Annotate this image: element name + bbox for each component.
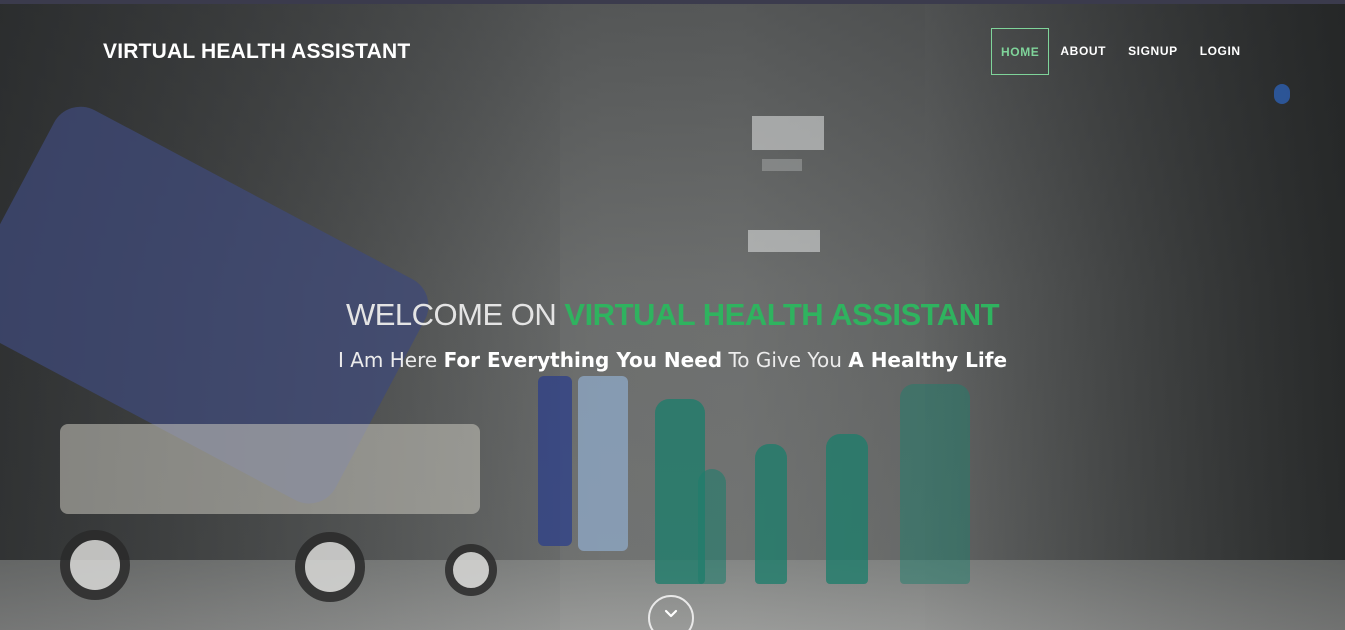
hero-subtitle: I Am Here For Everything You Need To Giv… [0, 348, 1345, 372]
hanging-gown [578, 376, 628, 551]
hero-section: VIRTUAL HEALTH ASSISTANT HOME ABOUT SIGN… [0, 4, 1345, 630]
stretcher-wheel [445, 544, 497, 596]
nav-signup-link[interactable]: SIGNUP [1117, 29, 1189, 74]
ceiling-light [762, 159, 802, 171]
subtitle-part: I Am Here [337, 348, 438, 372]
subtitle-emphasis: A Healthy Life [848, 348, 1008, 372]
ceiling-light [752, 116, 824, 150]
hero-title-prefix: WELCOME ON [345, 297, 557, 332]
ceiling-light [748, 230, 820, 252]
stretcher-wheel [60, 530, 130, 600]
medical-staff-figure [900, 384, 970, 584]
main-navigation: HOME ABOUT SIGNUP LOGIN [991, 28, 1252, 75]
door-sign [1274, 84, 1290, 104]
nav-login-link[interactable]: LOGIN [1189, 29, 1252, 74]
site-brand[interactable]: VIRTUAL HEALTH ASSISTANT [103, 40, 410, 64]
stretcher-wheel [295, 532, 365, 602]
chevron-down-icon [664, 609, 678, 618]
hanging-gown [538, 376, 572, 546]
hero-title: WELCOME ON VIRTUAL HEALTH ASSISTANT [0, 297, 1345, 333]
subtitle-part: To Give You [728, 348, 842, 372]
nav-home-link[interactable]: HOME [991, 28, 1050, 75]
medical-staff-figure [698, 469, 726, 584]
medical-staff-figure [755, 444, 787, 584]
stretcher-frame [60, 424, 480, 514]
nav-about-link[interactable]: ABOUT [1049, 29, 1117, 74]
medical-staff-figure [826, 434, 868, 584]
hero-title-accent: VIRTUAL HEALTH ASSISTANT [564, 297, 1000, 332]
subtitle-emphasis: For Everything You Need [443, 348, 723, 372]
